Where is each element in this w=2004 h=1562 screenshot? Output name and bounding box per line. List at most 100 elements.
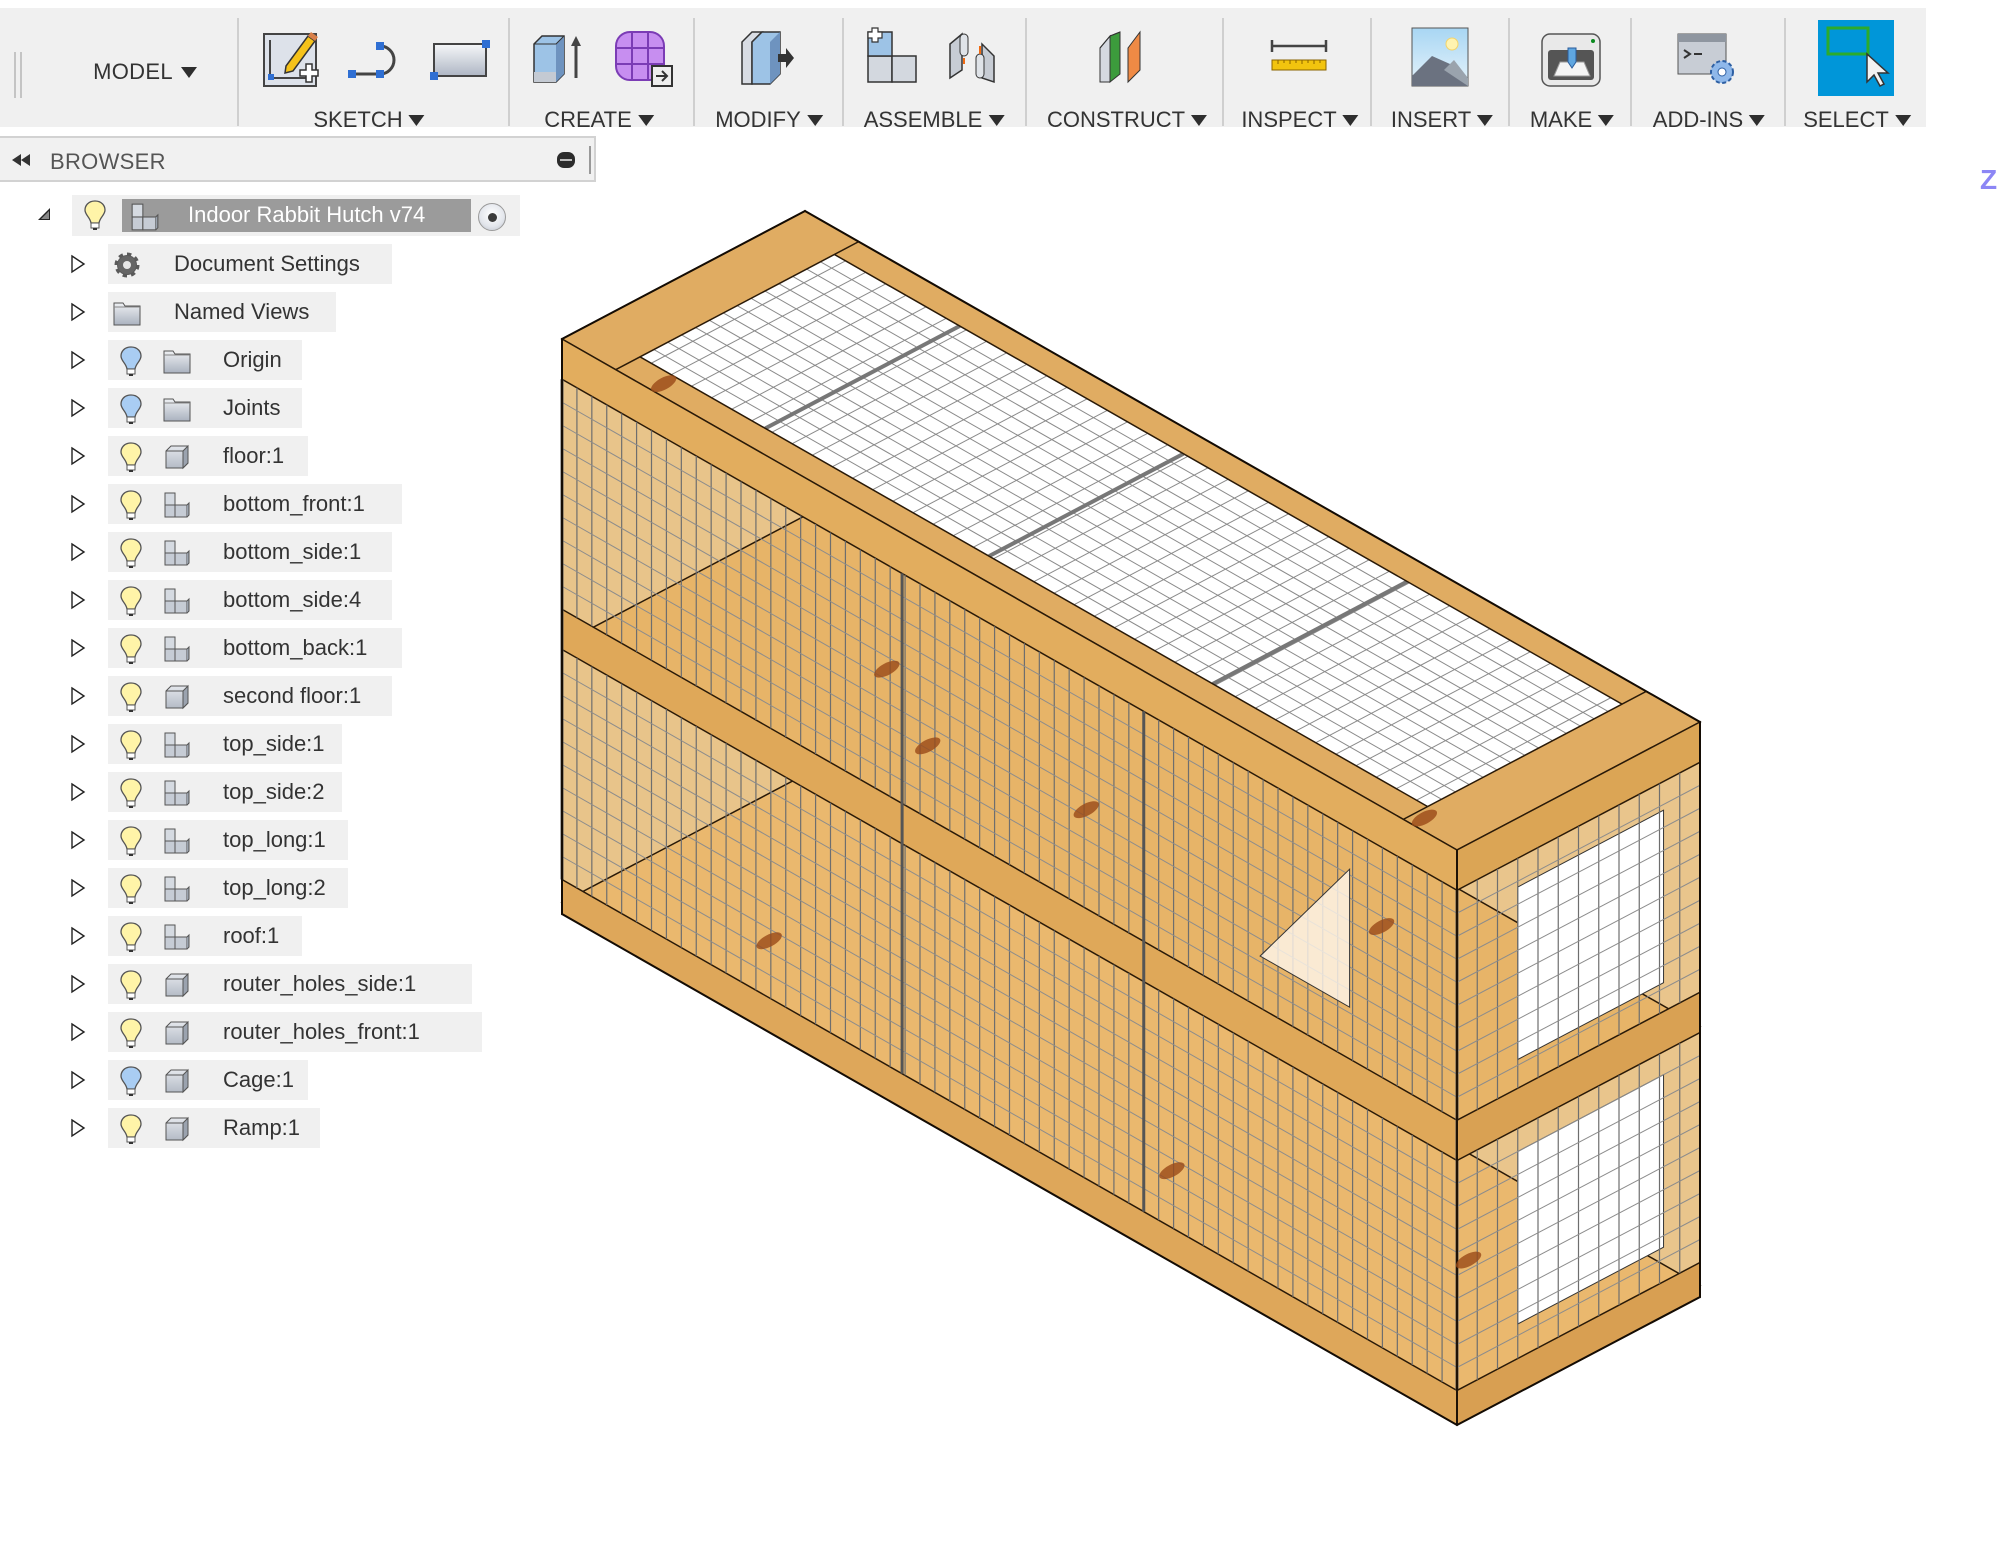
viewcube-axis-label[interactable]: Z — [1980, 164, 1997, 196]
tree-item[interactable]: floor:1 — [0, 436, 600, 476]
create-sketch-icon[interactable] — [260, 26, 322, 88]
tree-item[interactable]: bottom_back:1 — [0, 628, 600, 668]
make-menu[interactable]: MAKE — [1530, 104, 1615, 136]
tree-item[interactable]: bottom_side:1 — [0, 532, 600, 572]
extrude-icon[interactable] — [528, 26, 590, 88]
root-component-label[interactable]: Indoor Rabbit Hutch v74 — [188, 202, 425, 228]
scripts-addins-icon[interactable] — [1676, 26, 1738, 88]
expand-triangle-icon[interactable] — [70, 878, 86, 898]
insert-image-icon[interactable] — [1410, 26, 1472, 88]
visibility-bulb-icon[interactable] — [118, 681, 144, 713]
expand-triangle-icon[interactable] — [70, 302, 86, 322]
3d-print-icon[interactable] — [1540, 26, 1602, 88]
inspect-menu[interactable]: INSPECT — [1241, 104, 1359, 136]
tree-item-label[interactable]: Joints — [223, 395, 280, 421]
create-menu[interactable]: CREATE — [544, 104, 654, 136]
tree-item-label[interactable]: router_holes_side:1 — [223, 971, 416, 997]
collapse-browser-icon[interactable] — [10, 150, 34, 170]
rectangle-icon[interactable] — [428, 26, 490, 88]
visibility-bulb-icon[interactable] — [82, 199, 108, 231]
insert-menu[interactable]: INSERT — [1391, 104, 1494, 136]
visibility-bulb-icon[interactable] — [118, 825, 144, 857]
tree-item-label[interactable]: Cage:1 — [223, 1067, 294, 1093]
toolbar-grip[interactable] — [14, 52, 16, 98]
visibility-bulb-icon[interactable] — [118, 1065, 144, 1097]
visibility-bulb-icon[interactable] — [118, 441, 144, 473]
visibility-bulb-icon[interactable] — [118, 489, 144, 521]
press-pull-icon[interactable] — [736, 26, 798, 88]
tree-item-label[interactable]: top_long:2 — [223, 875, 326, 901]
tree-item-label[interactable]: Ramp:1 — [223, 1115, 300, 1141]
tree-item[interactable]: Ramp:1 — [0, 1108, 600, 1148]
new-component-icon[interactable] — [862, 26, 924, 88]
tree-item-label[interactable]: Origin — [223, 347, 282, 373]
collapse-triangle-icon[interactable] — [36, 206, 52, 222]
construct-menu[interactable]: CONSTRUCT — [1047, 104, 1208, 136]
visibility-bulb-icon[interactable] — [118, 345, 144, 377]
expand-triangle-icon[interactable] — [70, 1022, 86, 1042]
expand-triangle-icon[interactable] — [70, 1118, 86, 1138]
expand-triangle-icon[interactable] — [70, 782, 86, 802]
expand-triangle-icon[interactable] — [70, 830, 86, 850]
expand-triangle-icon[interactable] — [70, 446, 86, 466]
visibility-bulb-icon[interactable] — [118, 729, 144, 761]
tree-item-label[interactable]: Named Views — [174, 299, 309, 325]
arc-line-icon[interactable] — [344, 26, 406, 88]
canvas-viewport[interactable] — [540, 180, 1760, 1460]
modify-menu[interactable]: MODIFY — [715, 104, 823, 136]
expand-triangle-icon[interactable] — [70, 926, 86, 946]
tree-item-label[interactable]: bottom_side:1 — [223, 539, 361, 565]
tree-item[interactable]: top_side:1 — [0, 724, 600, 764]
select-menu[interactable]: SELECT — [1803, 104, 1911, 136]
expand-triangle-icon[interactable] — [70, 734, 86, 754]
sketch-menu[interactable]: SKETCH — [313, 104, 425, 136]
tree-item-label[interactable]: top_side:1 — [223, 731, 325, 757]
expand-triangle-icon[interactable] — [70, 686, 86, 706]
tree-item[interactable]: Named Views — [0, 292, 600, 332]
expand-triangle-icon[interactable] — [70, 974, 86, 994]
tree-item-label[interactable]: Document Settings — [174, 251, 360, 277]
tree-item-label[interactable]: bottom_side:4 — [223, 587, 361, 613]
tree-item[interactable]: top_side:2 — [0, 772, 600, 812]
visibility-bulb-icon[interactable] — [118, 1113, 144, 1145]
joint-icon[interactable] — [942, 26, 1004, 88]
visibility-bulb-icon[interactable] — [118, 969, 144, 1001]
expand-triangle-icon[interactable] — [70, 1070, 86, 1090]
addins-menu[interactable]: ADD-INS — [1653, 104, 1766, 136]
tree-item[interactable]: Cage:1 — [0, 1060, 600, 1100]
workspace-dropdown[interactable]: MODEL — [80, 52, 210, 92]
tree-item[interactable]: second floor:1 — [0, 676, 600, 716]
toolbar-grip[interactable] — [20, 52, 22, 98]
tree-item-label[interactable]: router_holes_front:1 — [223, 1019, 420, 1045]
tree-item[interactable]: router_holes_side:1 — [0, 964, 600, 1004]
expand-triangle-icon[interactable] — [70, 542, 86, 562]
tree-item[interactable]: top_long:1 — [0, 820, 600, 860]
visibility-bulb-icon[interactable] — [118, 1017, 144, 1049]
offset-plane-icon[interactable] — [1092, 26, 1154, 88]
tree-item[interactable]: Origin — [0, 340, 600, 380]
visibility-bulb-icon[interactable] — [118, 777, 144, 809]
visibility-bulb-icon[interactable] — [118, 537, 144, 569]
expand-triangle-icon[interactable] — [70, 590, 86, 610]
visibility-bulb-icon[interactable] — [118, 393, 144, 425]
tree-item-label[interactable]: roof:1 — [223, 923, 279, 949]
browser-options-icon[interactable] — [557, 152, 575, 168]
tree-item[interactable]: router_holes_front:1 — [0, 1012, 600, 1052]
expand-triangle-icon[interactable] — [70, 494, 86, 514]
assemble-menu[interactable]: ASSEMBLE — [864, 104, 1005, 136]
visibility-bulb-icon[interactable] — [118, 873, 144, 905]
measure-icon[interactable] — [1268, 26, 1330, 88]
tree-item[interactable]: Joints — [0, 388, 600, 428]
form-icon[interactable] — [612, 26, 674, 88]
tree-item-label[interactable]: second floor:1 — [223, 683, 361, 709]
hutch-model[interactable] — [540, 180, 1760, 1460]
tree-item-label[interactable]: top_side:2 — [223, 779, 325, 805]
tree-item[interactable]: bottom_front:1 — [0, 484, 600, 524]
tree-item[interactable]: top_long:2 — [0, 868, 600, 908]
tree-item[interactable]: bottom_side:4 — [0, 580, 600, 620]
visibility-bulb-icon[interactable] — [118, 585, 144, 617]
visibility-bulb-icon[interactable] — [118, 633, 144, 665]
select-tool-button[interactable] — [1818, 20, 1894, 96]
tree-item-label[interactable]: top_long:1 — [223, 827, 326, 853]
expand-triangle-icon[interactable] — [70, 350, 86, 370]
